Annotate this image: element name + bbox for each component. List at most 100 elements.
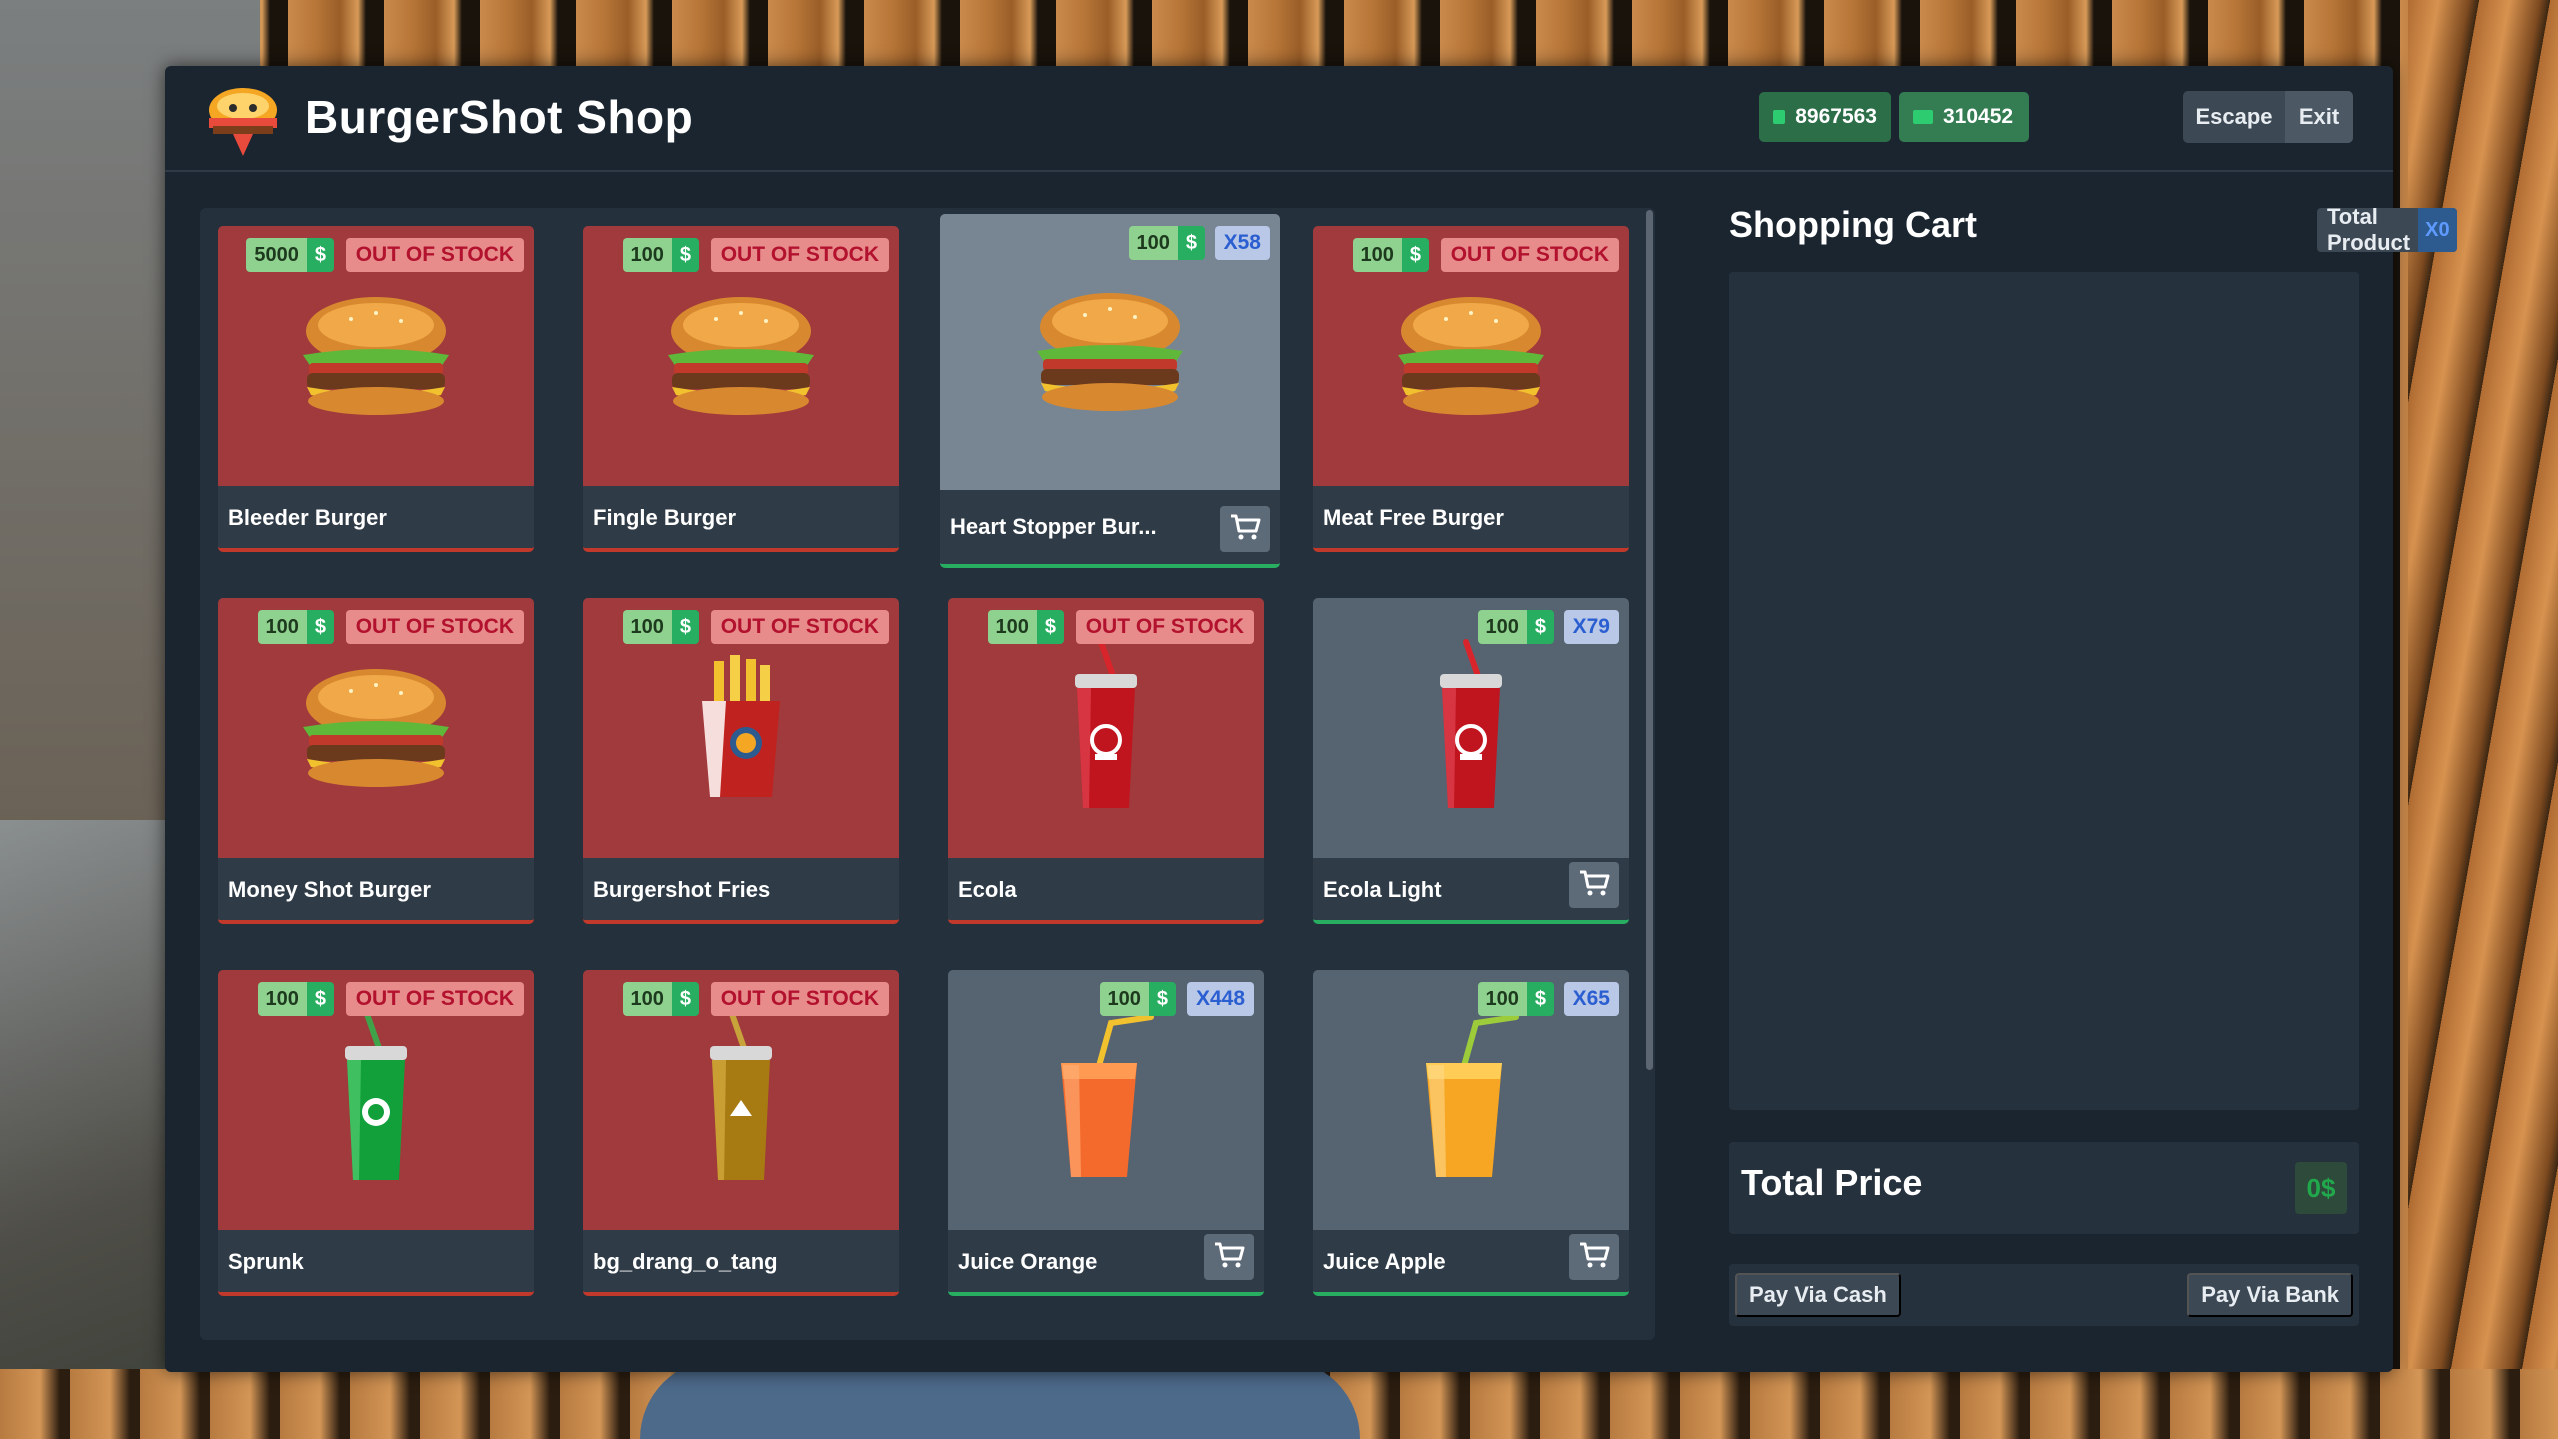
total-product-badge: Total Product X0: [2317, 208, 2457, 252]
price-amount: 100: [1477, 610, 1527, 644]
product-name-bar: Ecola: [948, 858, 1264, 920]
price-currency: $: [306, 982, 334, 1016]
burger-icon: [1025, 285, 1195, 420]
price-tag: 100 $: [1477, 982, 1554, 1016]
price-amount: 100: [1128, 226, 1178, 260]
price-currency: $: [1401, 238, 1429, 272]
cart-icon: [1578, 1241, 1610, 1274]
product-card[interactable]: 100 $ X65 Juice Apple: [1313, 970, 1629, 1296]
price-tag: 100 $: [1099, 982, 1176, 1016]
total-price-label: Total Price: [1741, 1162, 1923, 1203]
product-name-bar: Meat Free Burger: [1313, 486, 1629, 548]
price-currency: $: [1036, 610, 1064, 644]
product-grid-scrollbar[interactable]: [1646, 210, 1653, 1070]
product-card[interactable]: 100 $ X58 Heart Stopper Bur...: [940, 214, 1280, 568]
soda-red-icon: [1416, 636, 1526, 821]
soda-red-icon: [1051, 636, 1161, 821]
product-card[interactable]: 100 $ OUT OF STOCK Sprunk: [218, 970, 534, 1296]
price-amount: 100: [1099, 982, 1149, 1016]
price-currency: $: [306, 610, 334, 644]
add-to-cart-button[interactable]: [1569, 862, 1619, 908]
price-tag: 100 $: [1128, 226, 1205, 260]
add-to-cart-button[interactable]: [1204, 1234, 1254, 1280]
product-card[interactable]: 5000 $ OUT OF STOCK Bleeder Burger: [218, 226, 534, 552]
product-name: Juice Apple: [1323, 1249, 1446, 1274]
stock-quantity-badge: X58: [1214, 226, 1270, 260]
price-currency: $: [1526, 610, 1554, 644]
product-name: Money Shot Burger: [228, 877, 431, 902]
bank-balance: 310452: [1899, 92, 2029, 142]
price-currency: $: [1526, 982, 1554, 1016]
burger-icon: [291, 661, 461, 796]
escape-button[interactable]: Escape: [2183, 91, 2285, 143]
total-price-value: 0$: [2295, 1162, 2347, 1214]
product-card[interactable]: 100 $ OUT OF STOCK bg_drang_o_tang: [583, 970, 899, 1296]
price-tag: 5000 $: [246, 238, 334, 272]
cart-icon: [1213, 1241, 1245, 1274]
add-to-cart-button[interactable]: [1569, 1234, 1619, 1280]
product-name: Burgershot Fries: [593, 877, 771, 902]
exit-button[interactable]: Exit: [2285, 91, 2353, 143]
product-name: Sprunk: [228, 1249, 304, 1274]
out-of-stock-badge: OUT OF STOCK: [345, 238, 524, 272]
burgershot-logo-icon: [203, 80, 283, 160]
stock-quantity-badge: X65: [1563, 982, 1619, 1016]
total-price-box: Total Price 0$: [1729, 1142, 2359, 1234]
product-name: Heart Stopper Bur...: [950, 514, 1157, 539]
shop-header: BurgerShot Shop 8967563 310452 Escape Ex…: [165, 66, 2393, 172]
juice-orange-icon: [1041, 1013, 1171, 1188]
product-name: Meat Free Burger: [1323, 505, 1504, 530]
price-tag: 100 $: [987, 610, 1064, 644]
cash-balance: 8967563: [1759, 92, 1891, 142]
product-name-bar: Bleeder Burger: [218, 486, 534, 548]
product-name: Fingle Burger: [593, 505, 737, 530]
price-amount: 100: [622, 982, 672, 1016]
product-card[interactable]: 100 $ OUT OF STOCK Fingle Burger: [583, 226, 899, 552]
stock-quantity-badge: X79: [1563, 610, 1619, 644]
add-to-cart-button[interactable]: [1220, 506, 1270, 552]
cart-icon: [1229, 513, 1261, 546]
product-name: bg_drang_o_tang: [593, 1249, 778, 1274]
soda-green-icon: [321, 1008, 431, 1193]
juice-apple-icon: [1406, 1013, 1536, 1188]
product-card[interactable]: 100 $ OUT OF STOCK Meat Free Burger: [1313, 226, 1629, 552]
product-card[interactable]: 100 $ OUT OF STOCK Money Shot Burger: [218, 598, 534, 924]
price-amount: 5000: [246, 238, 307, 272]
price-tag: 100 $: [622, 238, 699, 272]
bank-icon: [1913, 110, 1933, 124]
pay-via-bank-button[interactable]: Pay Via Bank: [2187, 1273, 2353, 1317]
price-tag: 100 $: [622, 610, 699, 644]
product-card[interactable]: 100 $ X79 Ecola Light: [1313, 598, 1629, 924]
product-name: Ecola: [958, 877, 1017, 902]
cash-amount: 8967563: [1795, 105, 1877, 128]
price-amount: 100: [622, 610, 672, 644]
product-name: Juice Orange: [958, 1249, 1098, 1274]
pay-via-cash-button[interactable]: Pay Via Cash: [1735, 1273, 1901, 1317]
product-card[interactable]: 100 $ OUT OF STOCK Burgershot Fries: [583, 598, 899, 924]
price-amount: 100: [1477, 982, 1527, 1016]
out-of-stock-badge: OUT OF STOCK: [345, 982, 524, 1016]
total-product-label: Total Product: [2327, 208, 2411, 252]
product-name: Ecola Light: [1323, 877, 1442, 902]
price-tag: 100 $: [257, 982, 334, 1016]
price-amount: 100: [1352, 238, 1402, 272]
burger-icon: [291, 289, 461, 424]
stock-quantity-badge: X448: [1186, 982, 1254, 1016]
shopping-cart-title: Shopping Cart: [1729, 204, 1977, 245]
price-currency: $: [671, 982, 699, 1016]
price-amount: 100: [257, 982, 307, 1016]
product-name: Bleeder Burger: [228, 505, 387, 530]
product-card[interactable]: 100 $ X448 Juice Orange: [948, 970, 1264, 1296]
payment-row: Pay Via Cash Pay Via Bank: [1729, 1264, 2359, 1326]
price-currency: $: [1177, 226, 1205, 260]
out-of-stock-badge: OUT OF STOCK: [710, 238, 889, 272]
burger-icon: [656, 289, 826, 424]
fries-icon: [686, 651, 796, 806]
out-of-stock-badge: OUT OF STOCK: [1440, 238, 1619, 272]
product-name-bar: bg_drang_o_tang: [583, 1230, 899, 1292]
product-card[interactable]: 100 $ OUT OF STOCK Ecola: [948, 598, 1264, 924]
product-name-bar: Burgershot Fries: [583, 858, 899, 920]
product-name-bar: Money Shot Burger: [218, 858, 534, 920]
product-name-bar: Sprunk: [218, 1230, 534, 1292]
out-of-stock-badge: OUT OF STOCK: [710, 982, 889, 1016]
